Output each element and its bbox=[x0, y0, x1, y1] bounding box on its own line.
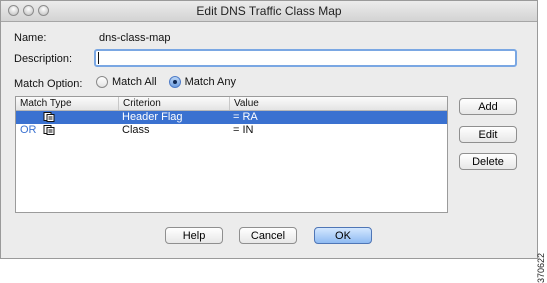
table-row[interactable]: OR Class = IN bbox=[16, 124, 447, 137]
figure-id: 370622 bbox=[536, 253, 546, 283]
help-button[interactable]: Help bbox=[165, 227, 223, 244]
match-criteria-table: Match Type Criterion Value Header Flag =… bbox=[15, 96, 448, 213]
column-header-criterion[interactable]: Criterion bbox=[119, 97, 230, 110]
match-any-radio[interactable]: Match Any bbox=[168, 76, 236, 88]
criterion-cell: Class bbox=[122, 124, 150, 136]
value-cell: = IN bbox=[233, 124, 254, 136]
text-cursor bbox=[98, 52, 99, 64]
ok-button[interactable]: OK bbox=[314, 227, 372, 244]
name-value: dns-class-map bbox=[99, 32, 171, 44]
add-button[interactable]: Add bbox=[459, 98, 517, 115]
window-title: Edit DNS Traffic Class Map bbox=[196, 4, 342, 18]
title-bar: Edit DNS Traffic Class Map bbox=[1, 1, 537, 22]
table-row[interactable]: Header Flag = RA bbox=[16, 111, 447, 124]
edit-button[interactable]: Edit bbox=[459, 126, 517, 143]
value-cell: = RA bbox=[233, 111, 258, 123]
delete-button[interactable]: Delete bbox=[459, 153, 517, 170]
column-header-match-type[interactable]: Match Type bbox=[16, 97, 119, 110]
radio-unchecked-icon[interactable] bbox=[96, 76, 108, 88]
cancel-button[interactable]: Cancel bbox=[239, 227, 297, 244]
radio-checked-icon[interactable] bbox=[168, 76, 181, 88]
criterion-cell: Header Flag bbox=[122, 111, 183, 123]
description-input[interactable] bbox=[94, 49, 517, 67]
match-rule-icon bbox=[43, 125, 55, 135]
match-all-label: Match All bbox=[112, 76, 157, 88]
match-option-label: Match Option: bbox=[14, 78, 83, 90]
description-label: Description: bbox=[14, 53, 73, 65]
match-any-label: Match Any bbox=[184, 76, 236, 88]
match-type-cell: OR bbox=[20, 124, 37, 136]
table-header: Match Type Criterion Value bbox=[16, 97, 447, 111]
match-option-radio-group: Match All Match Any bbox=[96, 76, 248, 88]
name-label: Name: bbox=[14, 32, 47, 44]
match-all-radio[interactable]: Match All bbox=[96, 76, 157, 88]
match-rule-icon bbox=[43, 112, 55, 122]
column-header-value[interactable]: Value bbox=[230, 97, 447, 110]
edit-dns-traffic-class-map-dialog: Edit DNS Traffic Class Map Name: dns-cla… bbox=[0, 0, 538, 259]
